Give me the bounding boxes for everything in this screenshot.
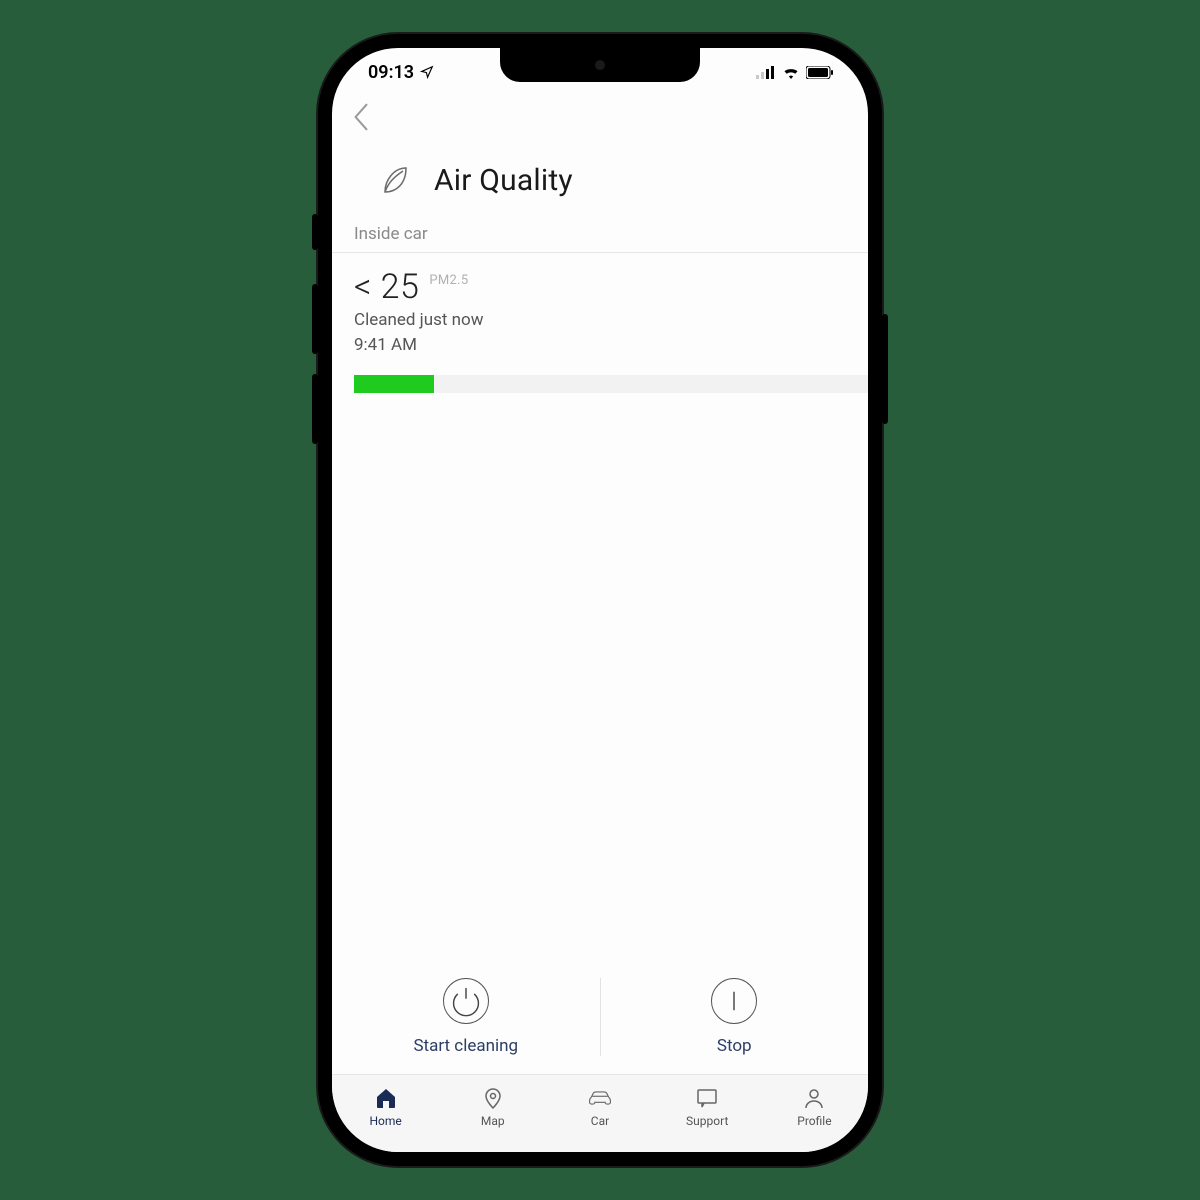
pm25-value: < 25 <box>354 267 419 307</box>
action-bar: Start cleaning Stop <box>332 960 868 1074</box>
air-quality-progress <box>354 375 868 393</box>
stop-icon <box>711 978 757 1024</box>
status-time: 09:13 <box>368 62 414 83</box>
start-cleaning-button[interactable]: Start cleaning <box>332 978 600 1056</box>
page-header: Air Quality <box>332 132 868 224</box>
tab-car[interactable]: Car <box>546 1075 653 1138</box>
air-quality-progress-fill <box>354 375 434 393</box>
power-icon <box>443 978 489 1024</box>
stop-button[interactable]: Stop <box>600 978 869 1056</box>
cellular-signal-icon <box>756 66 776 79</box>
screen: 09:13 <box>332 48 868 1152</box>
chat-icon <box>694 1085 720 1111</box>
tab-profile-label: Profile <box>797 1114 831 1128</box>
cleaned-status: Cleaned just now <box>354 309 846 332</box>
side-button <box>312 284 318 354</box>
location-arrow-icon <box>420 65 434 79</box>
battery-icon <box>806 66 834 79</box>
cleaned-time: 9:41 AM <box>354 334 846 357</box>
leaf-icon <box>376 162 412 198</box>
car-icon <box>587 1085 613 1111</box>
tab-profile[interactable]: Profile <box>761 1075 868 1138</box>
side-button <box>882 314 888 424</box>
profile-icon <box>801 1085 827 1111</box>
stop-label: Stop <box>717 1036 752 1056</box>
home-icon <box>373 1085 399 1111</box>
tab-support[interactable]: Support <box>654 1075 761 1138</box>
notch <box>500 48 700 82</box>
wifi-icon <box>782 66 800 79</box>
tab-map-label: Map <box>481 1114 505 1128</box>
air-quality-reading: < 25 PM2.5 Cleaned just now 9:41 AM <box>332 253 868 357</box>
pm25-unit: PM2.5 <box>429 267 468 288</box>
side-button <box>312 374 318 444</box>
tab-support-label: Support <box>686 1114 728 1128</box>
start-cleaning-label: Start cleaning <box>413 1036 518 1056</box>
tab-bar: Home Map Car Support <box>332 1074 868 1152</box>
tab-home-label: Home <box>369 1114 401 1128</box>
map-pin-icon <box>480 1085 506 1111</box>
section-label: Inside car <box>332 224 868 253</box>
phone-frame: 09:13 <box>318 34 882 1166</box>
tab-car-label: Car <box>591 1114 609 1128</box>
back-button[interactable] <box>332 96 868 132</box>
tab-home[interactable]: Home <box>332 1075 439 1138</box>
side-button <box>312 214 318 250</box>
page-title: Air Quality <box>434 163 573 198</box>
tab-map[interactable]: Map <box>439 1075 546 1138</box>
